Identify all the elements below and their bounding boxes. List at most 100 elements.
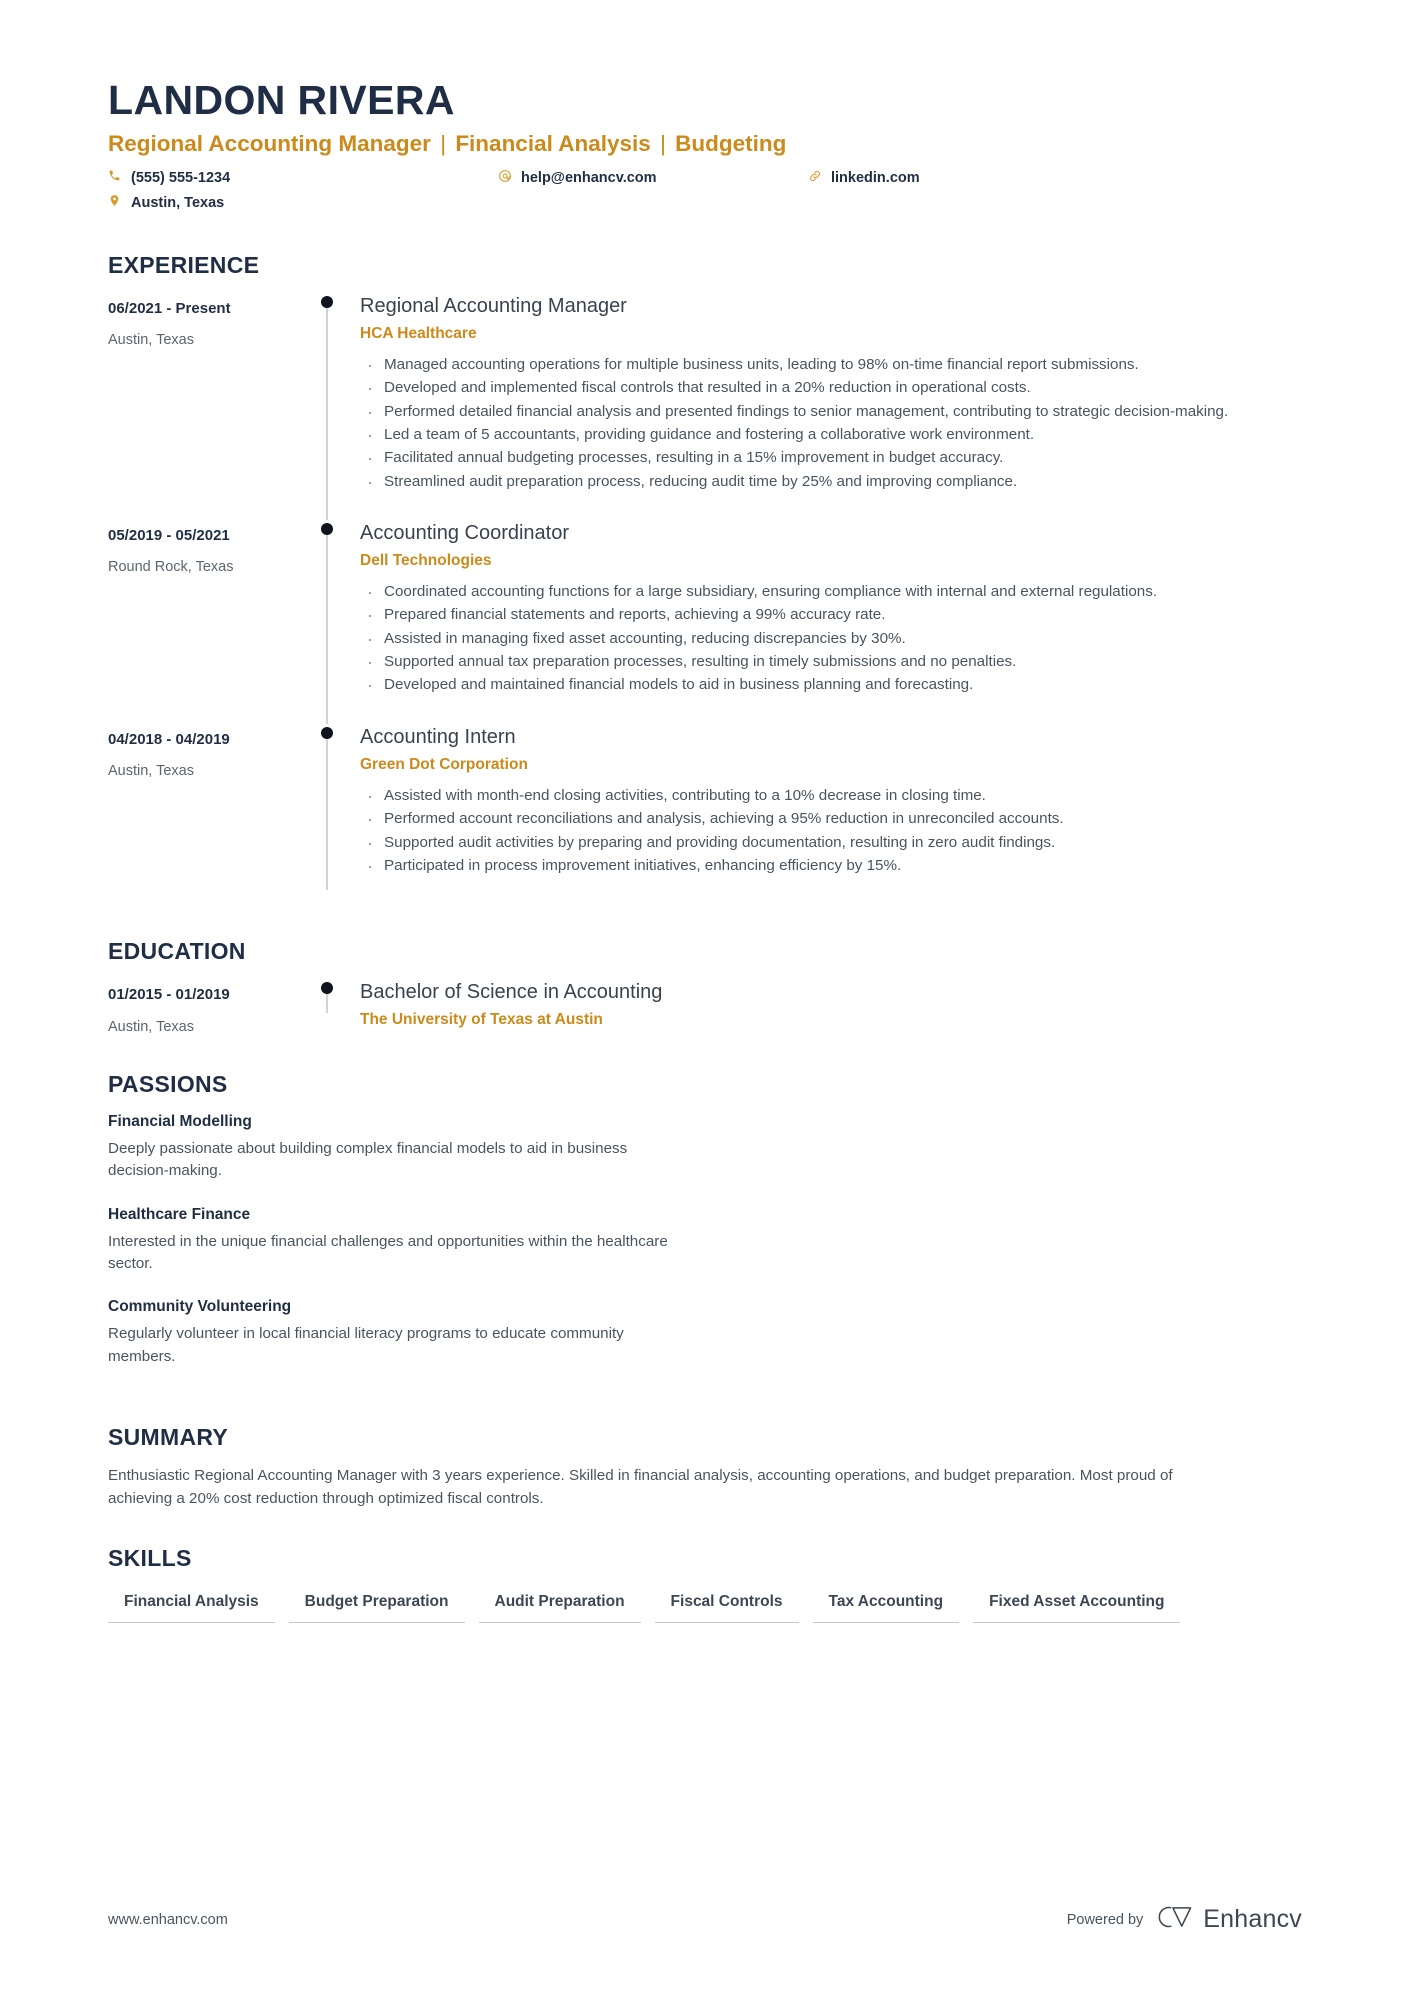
enhancv-logo: Enhancv [1156,1904,1302,1935]
contact-info: (555) 555-1234 help@enhancv.com linkedin… [108,168,1058,218]
contact-phone[interactable]: (555) 555-1234 [108,168,498,190]
passion-title: Healthcare Finance [108,1205,251,1223]
phone-icon [108,169,125,182]
entry-date: 05/2019 - 05/2021 [108,526,230,544]
entry-content: Regional Accounting Manager HCA Healthca… [360,293,1302,520]
passion-description: Deeply passionate about building complex… [108,1139,628,1180]
email-icon [498,169,515,183]
job-bullets: Coordinated accounting functions for a l… [360,579,1302,699]
timeline-line [326,731,328,891]
summary-section: SUMMARY Enthusiastic Regional Accounting… [108,1424,1302,1511]
job-bullet: Prepared financial statements and report… [360,602,1302,629]
entry-location: Round Rock, Texas [108,559,234,576]
job-bullet: Facilitated annual budgeting processes, … [360,445,1302,472]
page-footer: www.enhancv.com Powered by Enhancv [108,1904,1302,1935]
footer-branding: Powered by Enhancv [1067,1904,1302,1935]
entry-location: Austin, Texas [108,332,194,349]
contact-email-value: help@enhancv.com [521,170,657,187]
job-bullet: Performed account reconciliations and an… [360,806,1302,833]
passion-title: Community Volunteering [108,1298,292,1316]
timeline-line [326,527,328,724]
job-bullet: Coordinated accounting functions for a l… [360,579,1302,606]
job-bullet: Streamlined audit preparation process, r… [360,469,1302,496]
entry-meta: 06/2021 - Present Austin, Texas [108,293,308,520]
timeline-dot [320,726,333,739]
contact-location-value: Austin, Texas [131,195,225,212]
summary-text: Enthusiastic Regional Accounting Manager… [108,1467,1173,1507]
contact-linkedin-value: linkedin.com [831,170,920,187]
experience-section: EXPERIENCE 06/2021 - Present Austin, Tex… [108,252,1302,905]
entry-meta: 01/2015 - 01/2019 Austin, Texas [108,979,308,1036]
page-title: LANDON RIVERA [108,77,455,123]
timeline-rail [308,979,360,1036]
experience-entry: 06/2021 - Present Austin, Texas Regional… [108,293,1302,520]
timeline-rail [308,520,360,724]
skills-section: SKILLS Financial Analysis Budget Prepara… [108,1545,1302,1624]
job-title: Accounting Coordinator [360,521,570,544]
job-bullet: Assisted with month-end closing activiti… [360,783,1302,810]
powered-by-label: Powered by [1066,1911,1144,1928]
entry-content: Accounting Coordinator Dell Technologies… [360,520,1302,724]
job-company: Dell Technologies [360,551,492,569]
enhancv-mark-icon [1156,1904,1194,1935]
timeline-rail [308,724,360,905]
job-company: HCA Healthcare [360,324,477,342]
skill-chip: Tax Accounting [812,1586,960,1624]
timeline-dot [320,982,333,995]
resume-page: LANDON RIVERA Regional Accounting Manage… [0,0,1410,1995]
degree-title: Bachelor of Science in Accounting [360,981,663,1004]
education-section-title: EDUCATION [108,938,246,965]
job-bullet: Assisted in managing fixed asset account… [360,626,1302,653]
job-bullets: Assisted with month-end closing activiti… [360,783,1302,880]
skill-chip: Financial Analysis [108,1586,275,1624]
passion-title: Financial Modelling [108,1112,252,1130]
entry-date: 04/2018 - 04/2019 [108,730,230,748]
headline-separator: | [433,131,453,157]
timeline-dot [320,295,333,308]
education-entry: 01/2015 - 01/2019 Austin, Texas Bachelor… [108,979,1302,1036]
contact-email[interactable]: help@enhancv.com [498,168,808,190]
passions-section-title: PASSIONS [108,1070,228,1097]
school-name: The University of Texas at Austin [360,1011,603,1029]
footer-website-url[interactable]: www.enhancv.com [108,1912,228,1928]
headline-part-1: Regional Accounting Manager [108,131,431,157]
headline-separator: | [653,131,673,157]
job-bullet: Participated in process improvement init… [360,853,1302,880]
skill-chip: Audit Preparation [478,1586,641,1624]
skill-chip: Budget Preparation [288,1586,465,1624]
headline-part-3: Budgeting [675,131,787,157]
job-bullet: Performed detailed financial analysis an… [360,399,1302,426]
job-bullets: Managed accounting operations for multip… [360,352,1302,496]
resume-header: LANDON RIVERA Regional Accounting Manage… [108,78,1302,218]
skill-chip: Fiscal Controls [654,1586,799,1624]
experience-section-title: EXPERIENCE [108,251,260,278]
summary-section-title: SUMMARY [108,1424,229,1451]
passion-description: Interested in the unique financial chall… [108,1232,668,1272]
entry-meta: 05/2019 - 05/2021 Round Rock, Texas [108,520,308,724]
skill-chip: Fixed Asset Accounting [973,1586,1181,1624]
passion-item: Financial Modelling Deeply passionate ab… [108,1112,728,1183]
skills-list: Financial Analysis Budget Preparation Au… [108,1586,1302,1624]
entry-location: Austin, Texas [108,1018,194,1035]
entry-content: Accounting Intern Green Dot Corporation … [360,724,1302,905]
job-title: Regional Accounting Manager [360,294,627,317]
passion-item: Healthcare Finance Interested in the uni… [108,1205,728,1276]
location-pin-icon [108,194,125,207]
entry-date: 01/2015 - 01/2019 [108,986,230,1004]
experience-entry: 04/2018 - 04/2019 Austin, Texas Accounti… [108,724,1302,905]
job-bullet: Managed accounting operations for multip… [360,352,1302,379]
timeline-dot [320,522,333,535]
job-bullet: Led a team of 5 accountants, providing g… [360,422,1302,449]
job-company: Green Dot Corporation [360,755,528,773]
passions-grid: Financial Modelling Deeply passionate ab… [108,1112,1302,1390]
headline-part-2: Financial Analysis [455,131,651,157]
entry-content: Bachelor of Science in Accounting The Un… [360,979,1302,1036]
job-bullet: Supported audit activities by preparing … [360,830,1302,857]
job-title: Accounting Intern [360,725,516,748]
education-section: EDUCATION 01/2015 - 01/2019 Austin, Texa… [108,938,1302,1036]
passion-item: Community Volunteering Regularly volunte… [108,1297,728,1368]
entry-location: Austin, Texas [108,763,194,780]
contact-location: Austin, Texas [108,193,498,215]
entry-meta: 04/2018 - 04/2019 Austin, Texas [108,724,308,905]
contact-linkedin[interactable]: linkedin.com [808,168,1048,190]
